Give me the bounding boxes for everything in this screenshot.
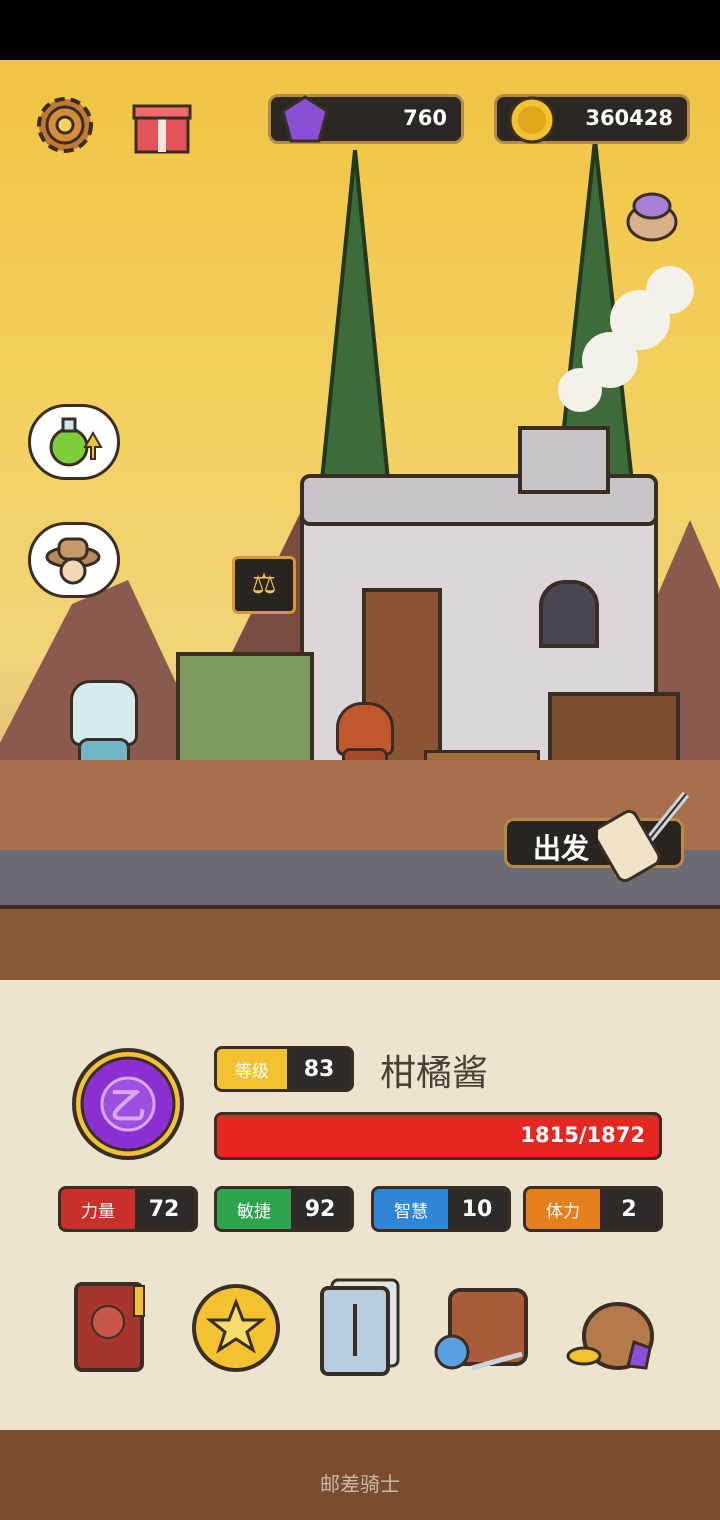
stat-box: 体力 2 (523, 1186, 663, 1232)
stat-box: 智慧 10 (371, 1186, 511, 1232)
gem-counter[interactable]: 760 (268, 94, 464, 144)
hp-text: 1815/1872 (520, 1123, 645, 1147)
svg-text:乙: 乙 (110, 1086, 146, 1127)
stat-value: 10 (461, 1196, 493, 1222)
explorer-quest-bubble[interactable] (28, 522, 120, 598)
stat-value: 72 (148, 1196, 180, 1222)
level-box: 等级 83 (214, 1046, 354, 1092)
purple-gem-icon (281, 95, 329, 143)
gold-counter[interactable]: 360428 (494, 94, 690, 144)
stat-box: 力量 72 (58, 1186, 198, 1232)
rank-badge-icon[interactable]: 乙 (70, 1046, 186, 1162)
settings-gear-icon[interactable] (32, 92, 98, 158)
magic-pouch-icon[interactable] (624, 186, 680, 242)
shop-window (539, 580, 599, 648)
scroll-sword-icon (593, 786, 694, 886)
chimney-smoke (558, 266, 694, 412)
shop-sign[interactable]: ⚖ (232, 556, 296, 614)
hp-bar: 1815/1872 (214, 1112, 662, 1160)
wooden-panel-top (0, 905, 720, 989)
level-label: 等级 (217, 1049, 287, 1089)
gift-box-icon[interactable] (130, 92, 194, 156)
wooden-crate (176, 652, 314, 770)
game-scene: ⚖ (0, 60, 720, 910)
player-name: 柑橘酱 (380, 1053, 489, 1094)
stat-label: 体力 (526, 1189, 600, 1229)
gold-coin-icon (508, 96, 556, 144)
potion-upgrade-bubble[interactable] (28, 404, 120, 480)
stat-label: 敏捷 (217, 1189, 291, 1229)
stat-label: 力量 (61, 1189, 135, 1229)
potion-icon (49, 417, 103, 467)
treasure-bag-icon[interactable] (564, 1276, 660, 1376)
card-deck-icon[interactable] (316, 1276, 404, 1376)
app-name: 邮差骑士 (320, 1472, 400, 1496)
stat-label: 智慧 (374, 1189, 448, 1229)
gold-count: 360428 (585, 106, 673, 130)
stat-value: 2 (621, 1196, 637, 1222)
stat-box: 敏捷 92 (214, 1186, 354, 1232)
stat-value: 92 (304, 1196, 336, 1222)
hero-book-icon[interactable] (68, 1276, 154, 1376)
status-bar (0, 0, 720, 60)
gem-count: 760 (403, 106, 447, 130)
chimney (518, 426, 610, 494)
depart-label: 出发 (533, 832, 590, 865)
level-value: 83 (303, 1056, 335, 1082)
backpack-icon[interactable] (432, 1276, 540, 1376)
explorer-hat-icon (45, 537, 101, 585)
star-coin-icon[interactable] (190, 1282, 282, 1374)
